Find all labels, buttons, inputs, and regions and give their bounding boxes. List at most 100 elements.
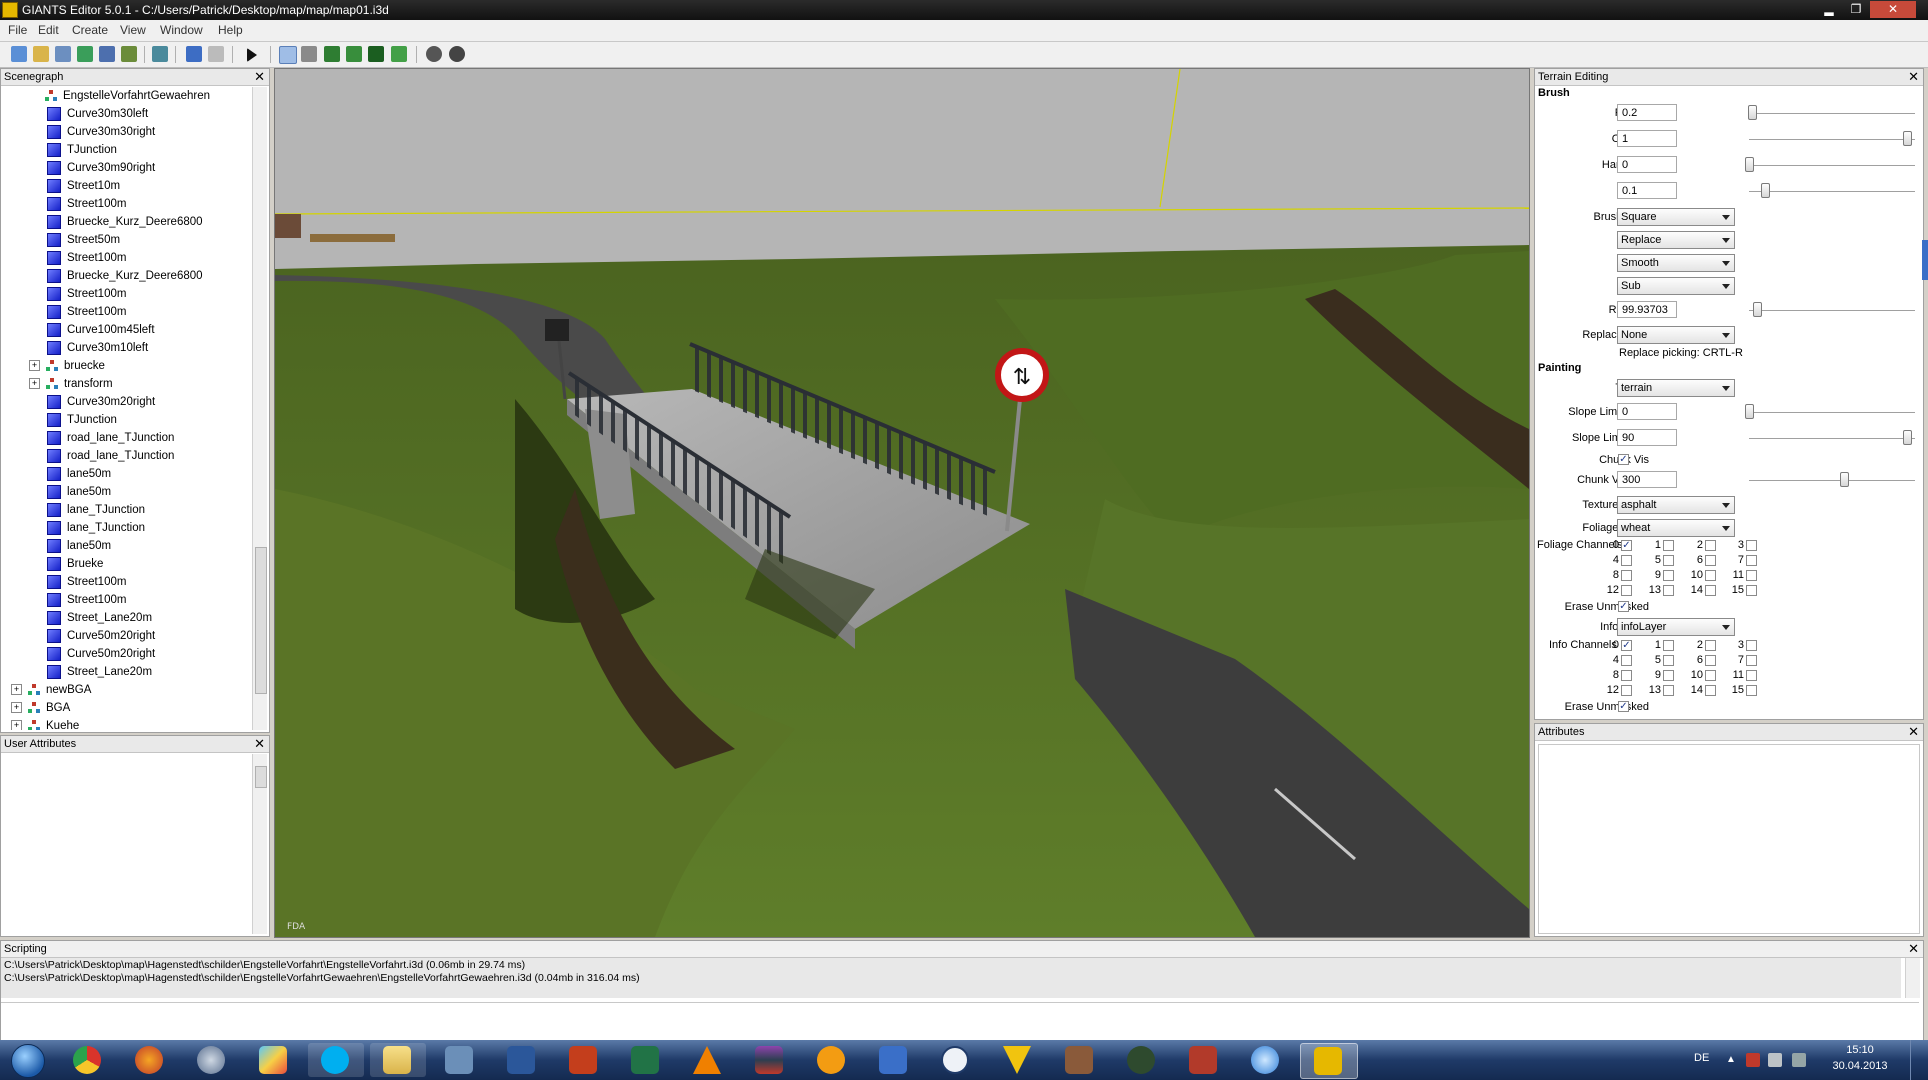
info-layer-select[interactable]: infoLayer <box>1617 618 1735 636</box>
foliage-channel-checkbox[interactable] <box>1746 570 1757 581</box>
info-channel-checkbox[interactable]: ✓ <box>1621 640 1632 651</box>
import-icon[interactable] <box>55 46 71 62</box>
info-channel-checkbox[interactable] <box>1663 685 1674 696</box>
tree-item[interactable]: lane50m <box>47 537 111 555</box>
opacity-field[interactable]: 1 <box>1617 130 1677 147</box>
info-channel-checkbox[interactable] <box>1746 685 1757 696</box>
replace-slider-thumb[interactable] <box>1752 302 1762 317</box>
value-slider[interactable] <box>1749 191 1915 193</box>
save-as-icon[interactable] <box>121 46 137 62</box>
replace-slider[interactable] <box>1749 310 1915 312</box>
undo-icon[interactable] <box>186 46 202 62</box>
opacity-slider-thumb[interactable] <box>1903 131 1912 146</box>
tree-item[interactable]: TJunction <box>47 411 117 429</box>
clock-date[interactable]: 30.04.2013 <box>1830 1060 1890 1072</box>
scripting-scrollbar[interactable] <box>1905 958 1920 998</box>
foliage-channel-checkbox[interactable] <box>1663 585 1674 596</box>
network-status-icon[interactable] <box>1768 1053 1782 1067</box>
foliage-paint-icon[interactable] <box>368 46 384 62</box>
close-icon[interactable]: ✕ <box>254 736 265 751</box>
tree-item[interactable]: Street100m <box>47 573 126 591</box>
rmb-select[interactable]: Sub <box>1617 277 1735 295</box>
info-channel-checkbox[interactable] <box>1705 685 1716 696</box>
close-icon[interactable]: ✕ <box>1908 941 1919 956</box>
tree-item[interactable]: Curve30m30right <box>47 123 155 141</box>
foliage-channel-checkbox[interactable] <box>1663 540 1674 551</box>
close-icon[interactable]: ✕ <box>254 69 265 84</box>
chunk-vis-dist-slider[interactable] <box>1749 480 1915 482</box>
taskbar-thunderbird[interactable] <box>184 1043 240 1077</box>
lmb-select[interactable]: Replace <box>1617 231 1735 249</box>
tree-item[interactable]: Curve30m90right <box>47 159 155 177</box>
foliage-channel-checkbox[interactable] <box>1663 555 1674 566</box>
foliage-channel-checkbox[interactable] <box>1621 570 1632 581</box>
tree-item[interactable]: road_lane_TJunction <box>47 429 174 447</box>
taskbar-v-app[interactable] <box>990 1043 1046 1077</box>
tree-item[interactable]: lane_TJunction <box>47 501 145 519</box>
tree-item[interactable]: Street_Lane20m <box>47 663 152 681</box>
play-icon[interactable] <box>247 48 257 62</box>
tree-item[interactable]: + transform <box>29 375 113 393</box>
terrain-select[interactable]: terrain <box>1617 379 1735 397</box>
menu-view[interactable]: View <box>120 23 146 37</box>
tree-item[interactable]: Bruecke_Kurz_Deere6800 <box>47 267 203 285</box>
tree-item[interactable]: Street100m <box>47 303 126 321</box>
chunk-vis-dist-slider-thumb[interactable] <box>1839 472 1849 487</box>
menu-create[interactable]: Create <box>72 23 108 37</box>
tree-item[interactable]: TJunction <box>47 141 117 159</box>
start-button[interactable] <box>4 1043 52 1078</box>
info-channel-checkbox[interactable] <box>1705 655 1716 666</box>
terrain-paint-icon[interactable] <box>346 46 362 62</box>
tree-item[interactable]: Street_Lane20m <box>47 609 152 627</box>
tree-item[interactable]: + bruecke <box>29 357 105 375</box>
3d-viewport[interactable]: ⇅ FDA <box>274 68 1530 938</box>
tree-item[interactable]: + newBGA <box>11 681 91 699</box>
info-channel-checkbox[interactable] <box>1746 670 1757 681</box>
refresh-icon[interactable] <box>152 46 168 62</box>
tree-item[interactable]: Bruecke_Kurz_Deere6800 <box>47 213 203 231</box>
tree-item[interactable]: Street100m <box>47 195 126 213</box>
tree-item[interactable]: lane50m <box>47 483 111 501</box>
close-icon[interactable]: ✕ <box>1908 724 1919 739</box>
save-icon[interactable] <box>99 46 115 62</box>
new-scene-icon[interactable] <box>11 46 27 62</box>
info-channel-checkbox[interactable] <box>1746 655 1757 666</box>
tree-item[interactable]: Street100m <box>47 591 126 609</box>
reload-icon[interactable] <box>77 46 93 62</box>
info-channel-checkbox[interactable] <box>1621 685 1632 696</box>
taskbar-network[interactable] <box>432 1043 488 1077</box>
camera-icon[interactable] <box>449 46 465 62</box>
info-channel-checkbox[interactable] <box>1621 655 1632 666</box>
value-slider-thumb[interactable] <box>1760 183 1770 198</box>
tree-item[interactable]: + BGA <box>11 699 70 717</box>
foliage-channel-checkbox[interactable]: ✓ <box>1621 540 1632 551</box>
taskbar-chrome[interactable] <box>60 1043 116 1077</box>
info-channel-checkbox[interactable] <box>1663 670 1674 681</box>
foliage-channel-checkbox[interactable] <box>1705 540 1716 551</box>
tray-app-icon[interactable] <box>1746 1053 1760 1067</box>
erase-unmasked-checkbox[interactable]: ✓ <box>1618 601 1629 612</box>
taskbar-word[interactable] <box>494 1043 550 1077</box>
foliage-channel-checkbox[interactable] <box>1746 540 1757 551</box>
taskbar-firefox[interactable] <box>122 1043 178 1077</box>
menu-window[interactable]: Window <box>160 23 203 37</box>
hardness-field[interactable]: 0 <box>1617 156 1677 173</box>
foliage-channel-checkbox[interactable] <box>1621 585 1632 596</box>
menu-help[interactable]: Help <box>218 23 243 37</box>
menu-edit[interactable]: Edit <box>38 23 59 37</box>
slope-start-field[interactable]: 0 <box>1617 403 1677 420</box>
expand-icon[interactable]: + <box>11 702 22 714</box>
hardness-slider-thumb[interactable] <box>1745 157 1754 172</box>
slope-start-slider-thumb[interactable] <box>1745 404 1754 419</box>
move-tool-icon[interactable] <box>301 46 317 62</box>
script-input[interactable] <box>1 1002 1919 1039</box>
expand-icon[interactable]: + <box>11 684 22 696</box>
minimize-button[interactable]: ▂ <box>1816 1 1842 18</box>
language-indicator[interactable]: DE <box>1694 1052 1709 1064</box>
mmb-select[interactable]: Smooth <box>1617 254 1735 272</box>
foliage-channel-checkbox[interactable] <box>1621 555 1632 566</box>
tree-item[interactable]: Curve30m30left <box>47 105 148 123</box>
foliage-layer-select[interactable]: wheat <box>1617 519 1735 537</box>
info-channel-checkbox[interactable] <box>1663 655 1674 666</box>
terrain-sculpt-icon[interactable] <box>324 46 340 62</box>
